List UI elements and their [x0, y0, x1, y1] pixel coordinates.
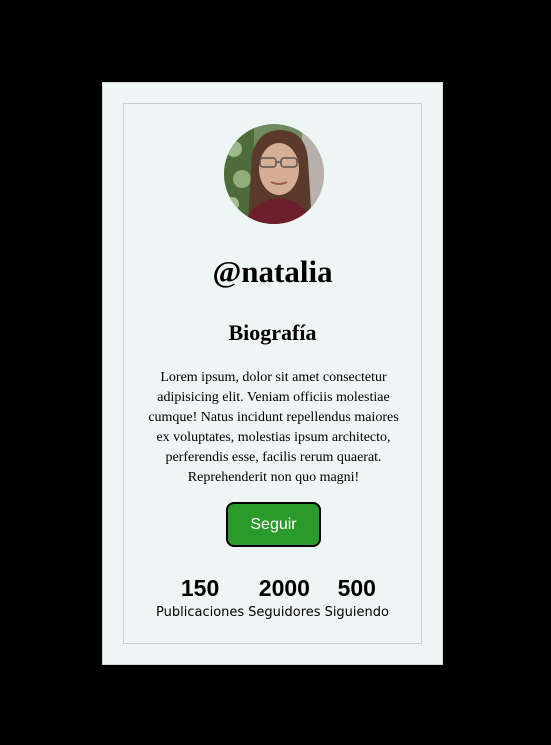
stats-row: 150 Publicaciones 2000 Seguidores 500 Si…: [124, 574, 421, 624]
profile-card-inner: @natalia Biografía Lorem ipsum, dolor si…: [123, 103, 422, 644]
stat-label: Siguiendo: [324, 605, 389, 620]
avatar: [224, 124, 324, 224]
follow-button[interactable]: Seguir: [226, 502, 321, 547]
stat-siguiendo: 500 Siguiendo: [323, 574, 391, 624]
stat-seguidores: 2000 Seguidores: [246, 574, 322, 624]
stat-label: Seguidores: [248, 605, 321, 620]
bio-heading: Biografía: [228, 320, 317, 345]
stat-value: 150: [180, 575, 220, 601]
stat-value: 500: [337, 575, 376, 601]
avatar-photo: [224, 124, 324, 224]
username: @natalia: [212, 254, 333, 289]
stat-label: Publicaciones: [156, 605, 245, 620]
stat-value: 2000: [258, 575, 310, 601]
stat-publicaciones: 150 Publicaciones: [154, 574, 246, 624]
bio-text: Lorem ipsum, dolor sit amet consectetur …: [148, 370, 399, 485]
profile-card: @natalia Biografía Lorem ipsum, dolor si…: [102, 82, 443, 665]
